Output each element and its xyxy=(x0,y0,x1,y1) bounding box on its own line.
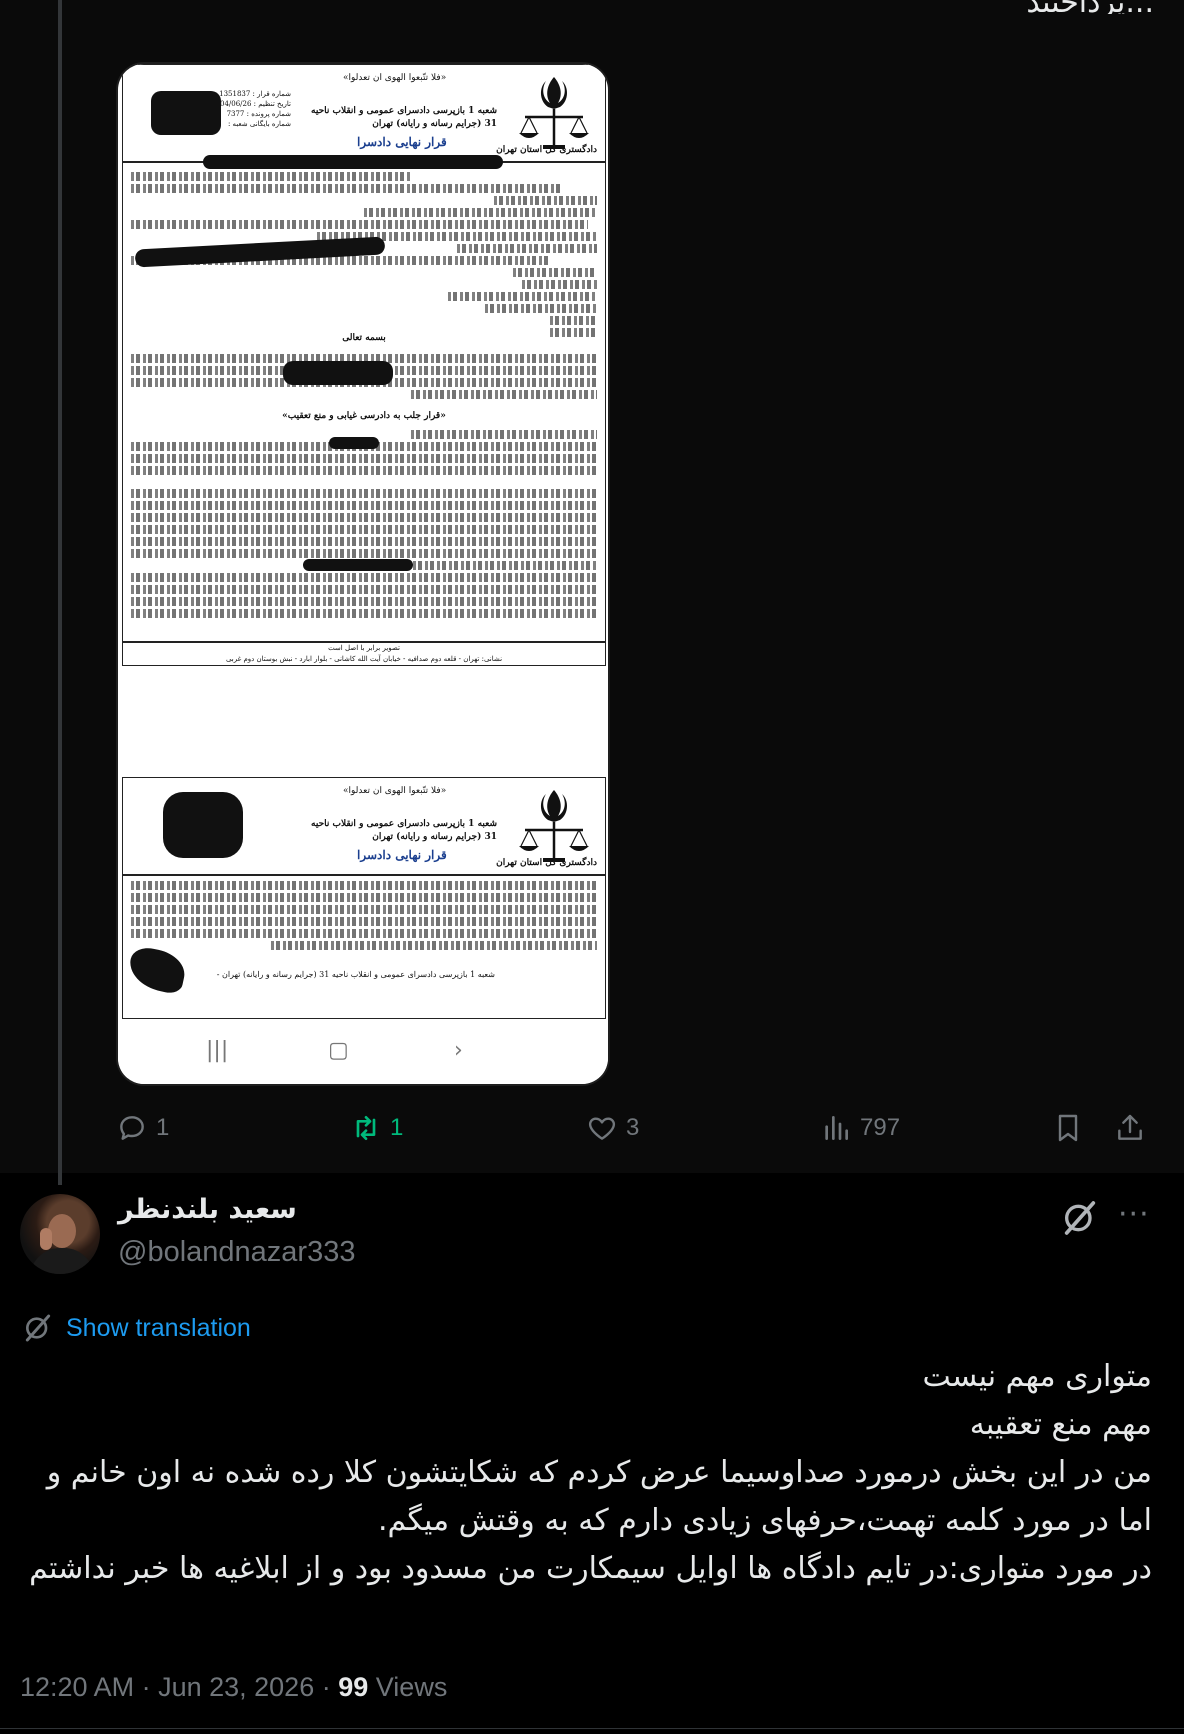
share-icon xyxy=(1118,1114,1142,1140)
redaction-mark xyxy=(283,361,393,385)
previous-tweet-text: پرداختید... xyxy=(854,0,1154,14)
document-branch: شعبه 1 بازپرسی دادسرای عمومی و انقلاب نا… xyxy=(311,106,497,129)
reply-button[interactable]: 1 xyxy=(116,1108,169,1148)
share-button[interactable] xyxy=(1114,1108,1146,1148)
tweet-line: من در این بخش درمورد صداوسیما عرض کردم ک… xyxy=(46,1455,1152,1538)
tweet-meta: 12:20 AM · Jun 23, 2026 · 99 Views xyxy=(20,1672,447,1703)
views-button[interactable]: 797 xyxy=(820,1108,900,1148)
translate-row[interactable]: Show translation xyxy=(22,1310,251,1346)
grok-translate-icon xyxy=(25,1314,51,1342)
court-name: دادگستری کل استان تهران xyxy=(496,145,597,155)
redaction-mark xyxy=(151,91,221,135)
like-button[interactable]: 3 xyxy=(586,1108,639,1148)
bookmark-button[interactable] xyxy=(1052,1108,1084,1148)
views-total: 99 xyxy=(338,1672,369,1702)
phone-navigation-bar: ||| ▢ › xyxy=(118,1020,608,1084)
tweet-line: متواری مهم نیست xyxy=(922,1359,1152,1394)
views-label: Views xyxy=(375,1672,448,1702)
document-title: قرار نهایی دادسرا xyxy=(357,135,447,149)
avatar[interactable] xyxy=(20,1194,100,1274)
author-display-name[interactable]: سعید بلندنظر xyxy=(118,1194,297,1225)
bookmark-icon xyxy=(1058,1114,1078,1142)
divider xyxy=(0,1728,1184,1729)
grok-icon[interactable] xyxy=(1060,1198,1100,1238)
document-bismillah: «فلا تتّبعوا الهوی ان تعدلوا» xyxy=(343,73,447,83)
like-count: 3 xyxy=(626,1114,640,1141)
more-options-icon[interactable]: ··· xyxy=(1118,1200,1150,1230)
repost-icon xyxy=(356,1116,376,1140)
document-body-text xyxy=(131,427,597,621)
reply-count: 1 xyxy=(156,1114,170,1141)
redaction-mark xyxy=(303,559,413,571)
document-title: قرار نهایی دادسرا xyxy=(357,848,447,862)
show-translation-link[interactable]: Show translation xyxy=(66,1314,251,1343)
tweet-action-bar: 1 1 3 797 xyxy=(108,1108,1158,1148)
views-count: 797 xyxy=(860,1114,901,1141)
back-chevron-icon: › xyxy=(454,1038,463,1063)
document-body-text xyxy=(131,878,597,953)
tweet-line: در مورد متواری:در تایم دادگاه ها اوایل س… xyxy=(29,1551,1152,1586)
document-bismillah: «فلا تتّبعوا الهوی ان تعدلوا» xyxy=(343,786,447,796)
document-footer: تصویر برابر با اصل است نشانی: تهران - قل… xyxy=(123,641,605,665)
tweet-line: مهم منع تعقیبه xyxy=(969,1407,1152,1442)
iran-emblem-scales-icon xyxy=(519,77,589,149)
decision-heading: «قرار جلب به دادرسی غیابی و منع تعقیب» xyxy=(282,411,446,421)
document-bessmeh: بسمه تعالی xyxy=(342,333,386,343)
tweet-image[interactable]: دادگستری کل استان تهران «فلا تتّبعوا اله… xyxy=(118,64,608,1084)
document-branch: شعبه 1 بازپرسی دادسرای عمومی و انقلاب نا… xyxy=(311,819,497,842)
thread-connector xyxy=(58,0,62,1185)
document-header: دادگستری کل استان تهران «فلا تتّبعوا اله… xyxy=(123,65,605,163)
reply-icon xyxy=(120,1116,144,1140)
court-document-page-1: دادگستری کل استان تهران «فلا تتّبعوا اله… xyxy=(122,64,606,666)
heart-icon xyxy=(588,1117,616,1140)
document-header: دادگستری کل استان تهران «فلا تتّبعوا اله… xyxy=(123,778,605,876)
court-name: دادگستری کل استان تهران xyxy=(496,858,597,868)
tweet-text: متواری مهم نیست مهم منع تعقیبه من در این… xyxy=(22,1353,1152,1593)
home-icon: ▢ xyxy=(328,1038,349,1063)
court-document-page-2: دادگستری کل استان تهران «فلا تتّبعوا اله… xyxy=(122,777,606,1019)
recent-apps-icon: ||| xyxy=(206,1038,229,1063)
author-handle[interactable]: @bolandnazar333 xyxy=(118,1236,355,1269)
previous-tweet: پرداختید... دادگستری کل استان تهران xyxy=(0,0,1184,1185)
analytics-bars-icon xyxy=(825,1116,848,1140)
repost-button[interactable]: 1 xyxy=(350,1108,403,1148)
iran-emblem-scales-icon xyxy=(519,790,589,862)
timestamp[interactable]: 12:20 AM · Jun 23, 2026 · xyxy=(20,1672,331,1702)
redaction-mark xyxy=(329,437,379,449)
repost-count: 1 xyxy=(390,1114,404,1141)
redaction-mark xyxy=(203,155,503,169)
page2-branch-line: شعبه 1 بازپرسی دادسرای عمومی و انقلاب نا… xyxy=(216,970,495,979)
redaction-mark xyxy=(163,792,243,858)
